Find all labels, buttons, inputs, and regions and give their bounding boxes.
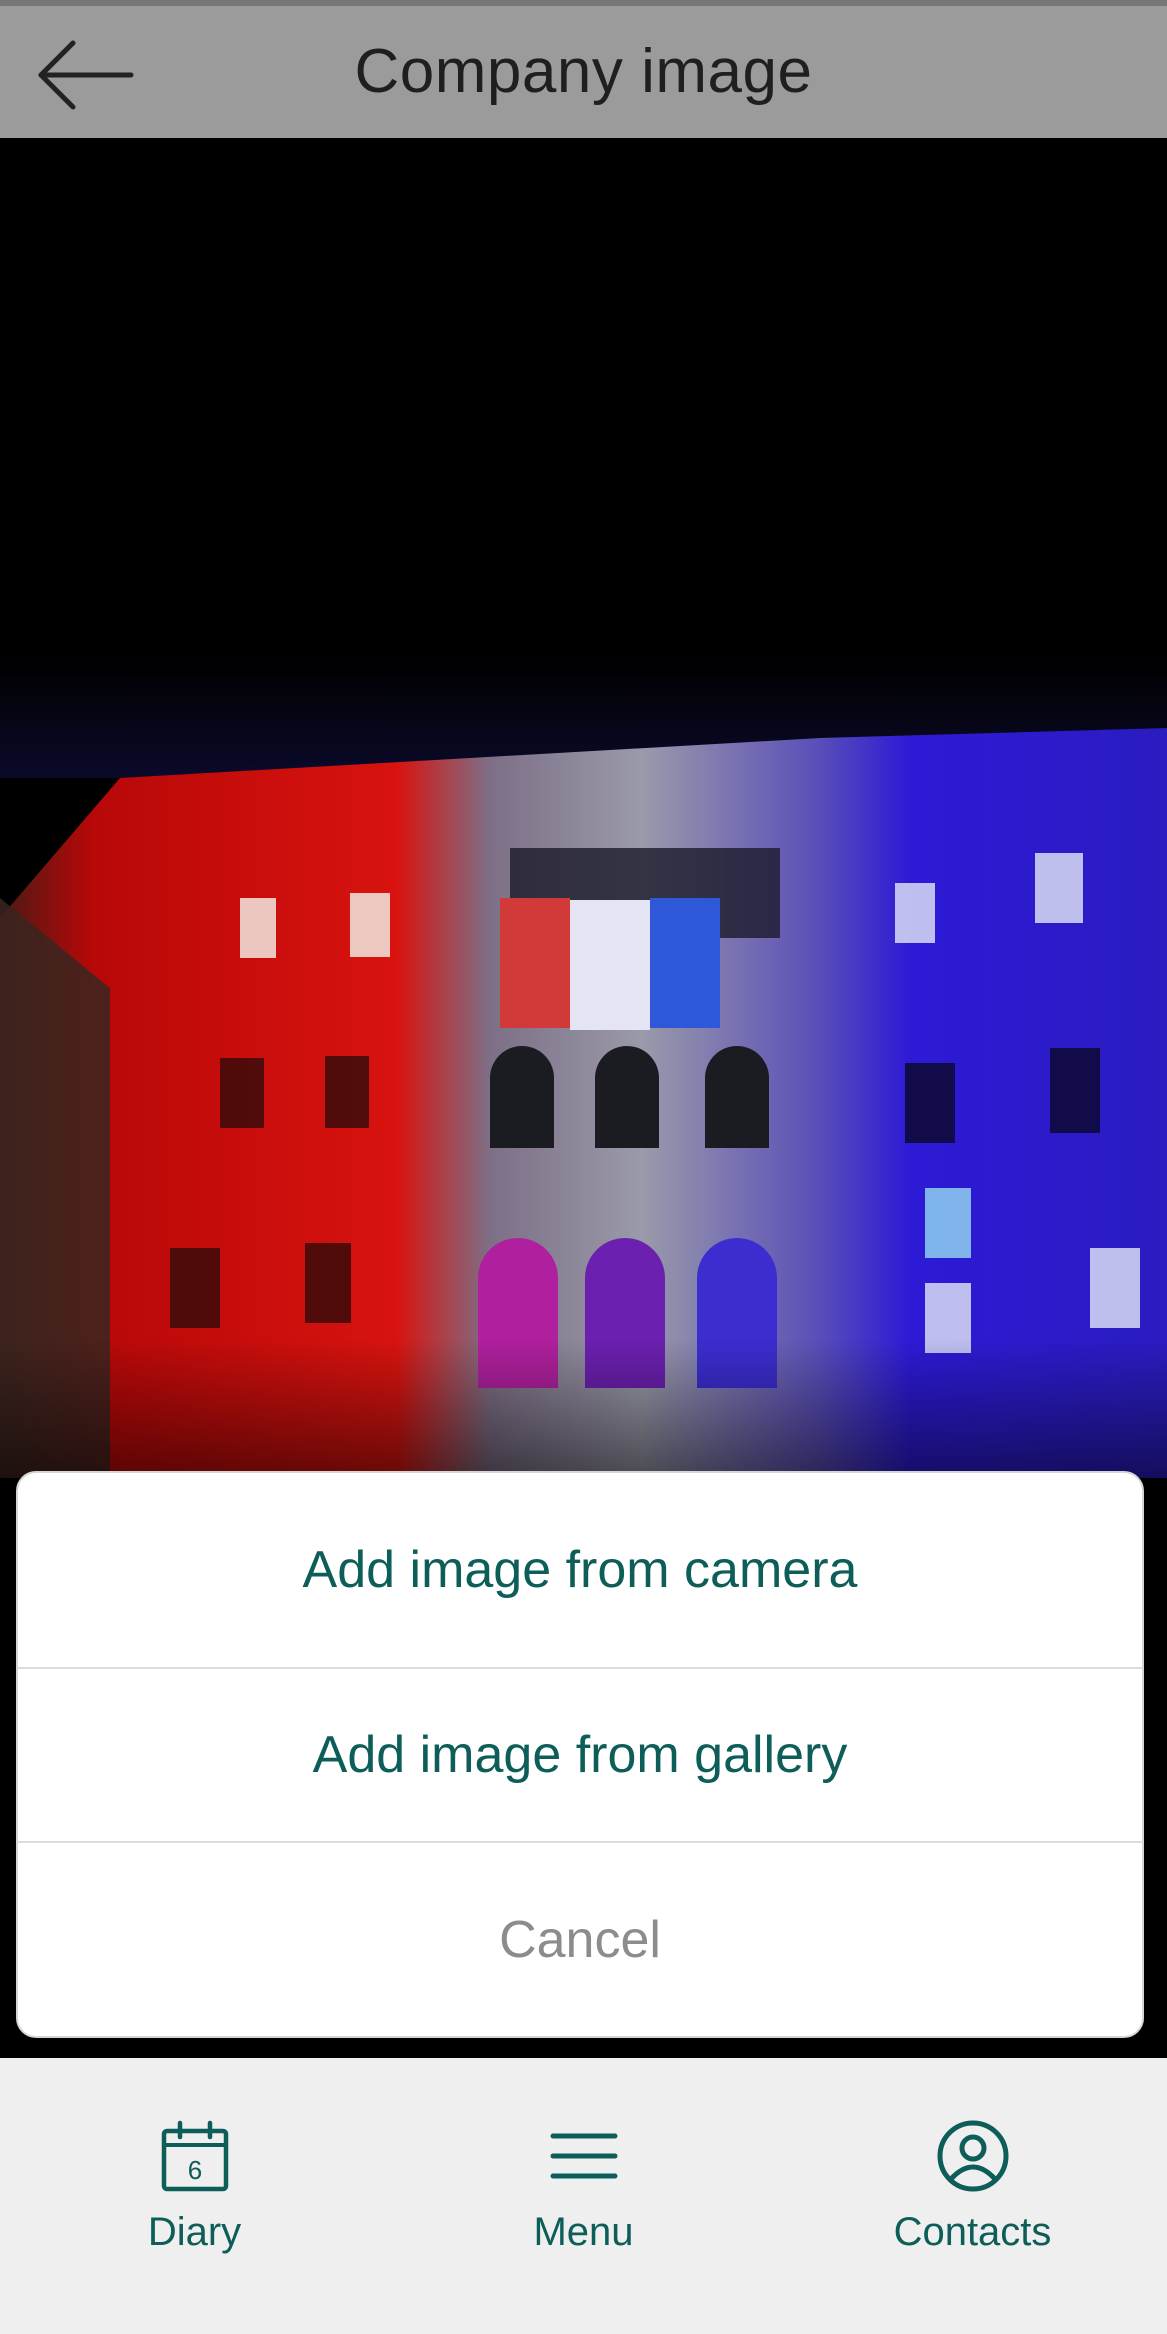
cancel-button[interactable]: Cancel: [18, 1843, 1142, 2036]
nav-label-diary: Diary: [147, 2210, 242, 2254]
nav-item-menu[interactable]: Menu: [434, 2058, 734, 2255]
nav-label-menu: Menu: [533, 2210, 634, 2254]
app-header: Company image: [0, 0, 1167, 138]
add-from-gallery-button[interactable]: Add image from gallery: [18, 1669, 1142, 1843]
nav-item-contacts[interactable]: Contacts: [823, 2058, 1123, 2255]
image-source-action-sheet: Add image from camera Add image from gal…: [16, 1471, 1144, 2038]
page-title: Company image: [354, 37, 813, 106]
bottom-navigation: 6 Diary Menu Contacts: [0, 2058, 1167, 2334]
hamburger-menu-icon: [550, 2133, 617, 2179]
calendar-icon: 6: [161, 2120, 228, 2192]
calendar-day-text: 6: [187, 2155, 201, 2185]
nav-label-contacts: Contacts: [893, 2210, 1052, 2254]
nav-item-diary[interactable]: 6 Diary: [45, 2058, 345, 2255]
add-from-camera-button[interactable]: Add image from camera: [18, 1473, 1142, 1669]
user-circle-icon: [937, 2120, 1008, 2192]
